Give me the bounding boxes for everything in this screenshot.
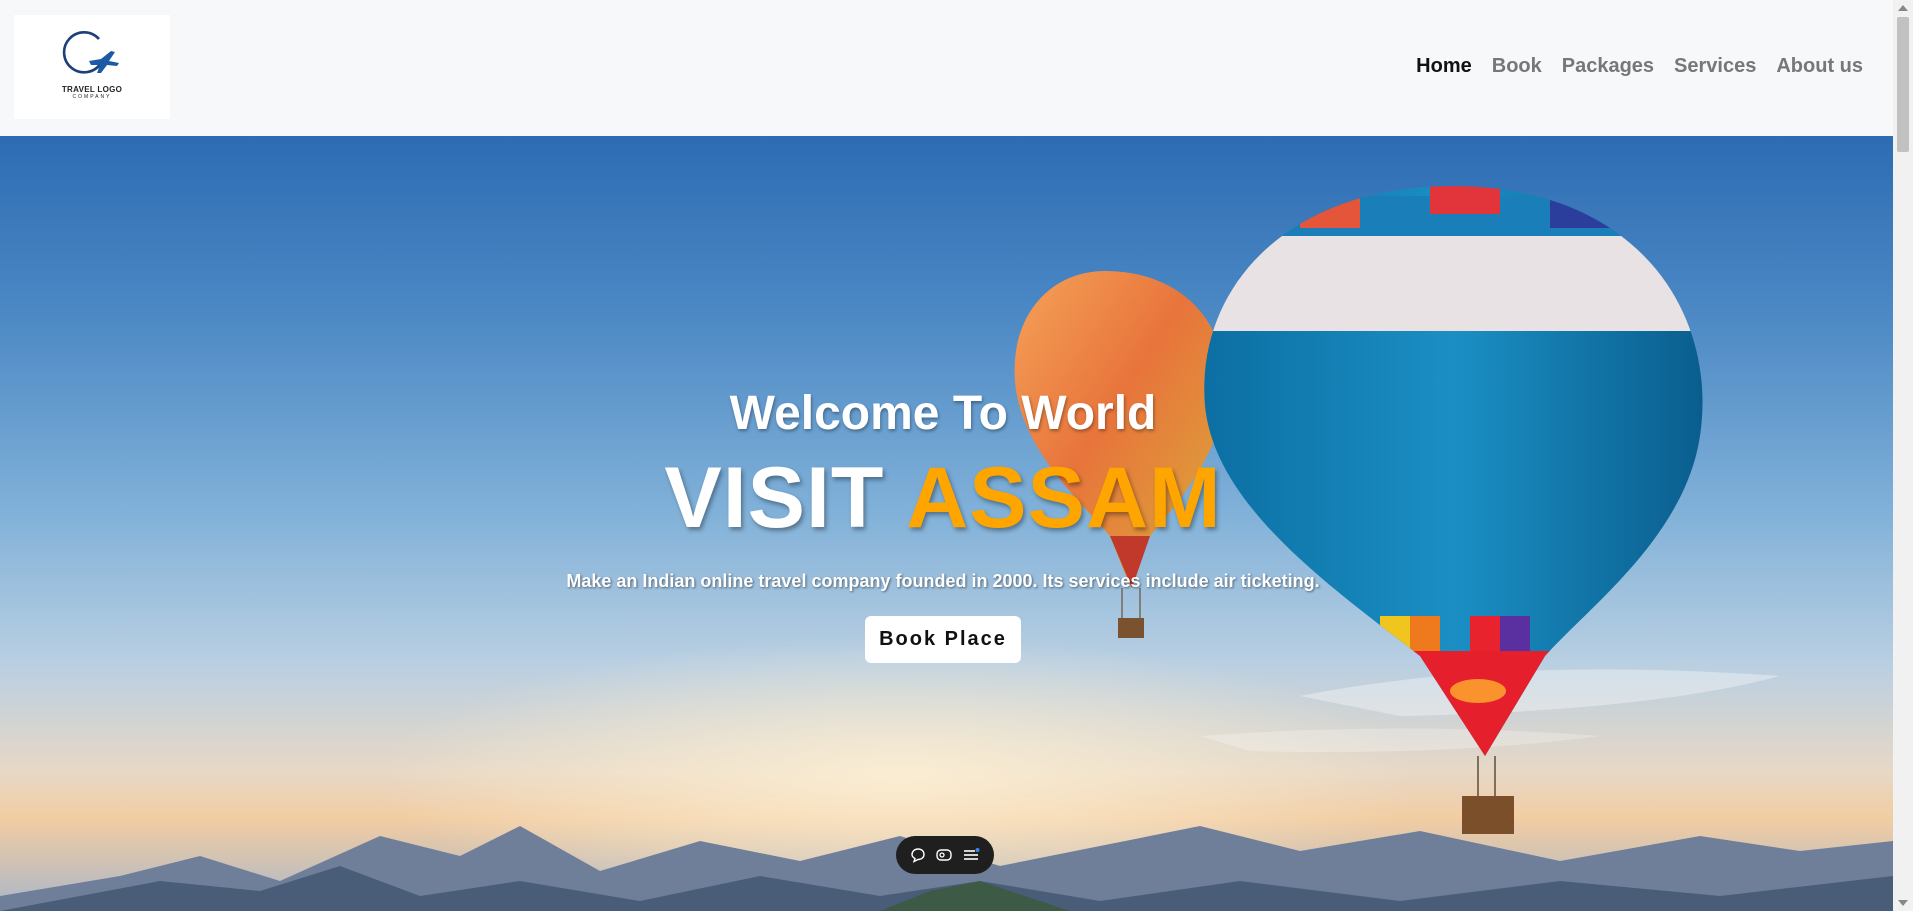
preview-icon[interactable] xyxy=(935,847,953,863)
menu-icon[interactable] xyxy=(962,847,980,863)
floating-toolbar xyxy=(896,836,994,874)
scroll-down-icon[interactable] xyxy=(1898,900,1908,906)
navbar: TRAVEL LOGO COMPANY Home Book Packages S… xyxy=(0,0,1893,136)
hero-title-assam: ASSAM xyxy=(906,450,1222,546)
hero-title: VISIT ASSAM xyxy=(0,455,1886,541)
hero-welcome: Welcome To World xyxy=(729,387,1157,440)
nav-packages[interactable]: Packages xyxy=(1562,55,1654,78)
scroll-up-icon[interactable] xyxy=(1898,5,1908,11)
page-scrollbar[interactable] xyxy=(1893,0,1913,911)
nav-book[interactable]: Book xyxy=(1492,55,1542,78)
book-place-button[interactable]: Book Place xyxy=(865,616,1021,663)
nav-services[interactable]: Services xyxy=(1674,55,1756,78)
scroll-thumb[interactable] xyxy=(1897,17,1909,152)
main-nav: Home Book Packages Services About us xyxy=(1416,55,1863,78)
hero-section: Welcome To World VISIT ASSAM Make an Ind… xyxy=(0,136,1893,911)
hero-content: Welcome To World VISIT ASSAM Make an Ind… xyxy=(0,386,1886,663)
logo-title: TRAVEL LOGO xyxy=(61,85,123,94)
plane-logo-icon xyxy=(62,31,119,74)
page: TRAVEL LOGO COMPANY Home Book Packages S… xyxy=(0,0,1893,911)
chat-icon[interactable] xyxy=(910,847,926,863)
nav-home[interactable]: Home xyxy=(1416,55,1472,78)
hero-tagline: Make an Indian online travel company fou… xyxy=(566,571,1320,591)
nav-about-us[interactable]: About us xyxy=(1776,55,1863,78)
logo-subtitle: COMPANY xyxy=(72,94,112,100)
logo[interactable]: TRAVEL LOGO COMPANY xyxy=(14,15,170,119)
hero-title-visit: VISIT xyxy=(664,450,885,546)
